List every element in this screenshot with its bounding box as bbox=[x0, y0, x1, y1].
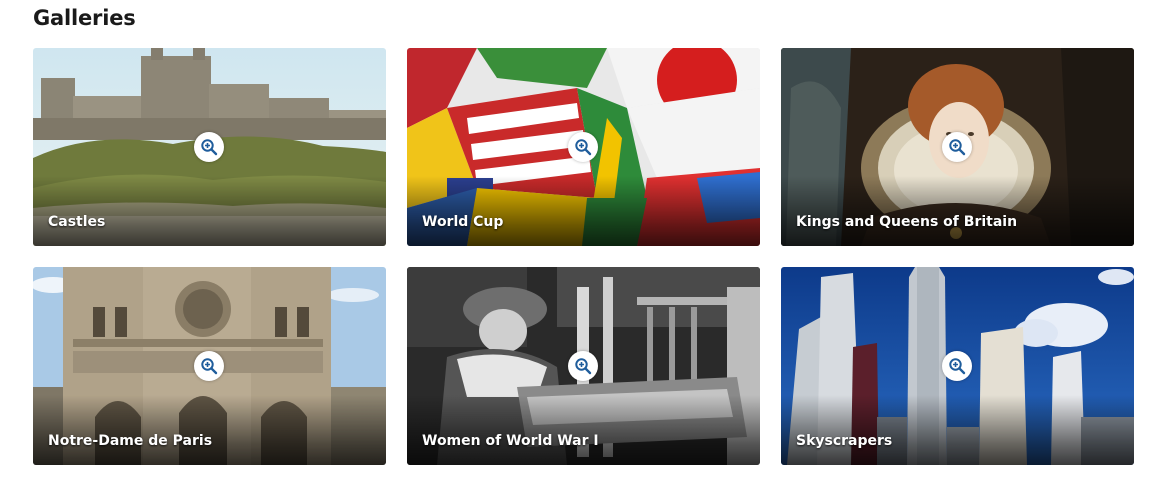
gallery-card-notre-dame[interactable]: Notre-Dame de Paris bbox=[33, 267, 386, 465]
zoom-button[interactable] bbox=[194, 132, 224, 162]
gallery-grid: Castles World Cup Kings and Queens of Br… bbox=[33, 48, 1134, 465]
zoom-button[interactable] bbox=[942, 351, 972, 381]
gallery-card-label: Women of World War I bbox=[422, 433, 599, 449]
gallery-card-label: Notre-Dame de Paris bbox=[48, 433, 213, 449]
galleries-heading: Galleries bbox=[33, 6, 136, 30]
gallery-card-label: Skyscrapers bbox=[796, 433, 893, 449]
magnifier-plus-icon bbox=[201, 358, 218, 375]
magnifier-plus-icon bbox=[201, 139, 218, 156]
zoom-button[interactable] bbox=[568, 351, 598, 381]
gallery-card-castles[interactable]: Castles bbox=[33, 48, 386, 246]
magnifier-plus-icon bbox=[575, 358, 592, 375]
magnifier-plus-icon bbox=[949, 358, 966, 375]
zoom-button[interactable] bbox=[194, 351, 224, 381]
gallery-card-label: Castles bbox=[48, 214, 106, 230]
magnifier-plus-icon bbox=[575, 139, 592, 156]
gallery-card-kings-and-queens[interactable]: Kings and Queens of Britain bbox=[781, 48, 1134, 246]
zoom-button[interactable] bbox=[568, 132, 598, 162]
gallery-card-world-cup[interactable]: World Cup bbox=[407, 48, 760, 246]
magnifier-plus-icon bbox=[949, 139, 966, 156]
gallery-card-women-of-wwi[interactable]: Women of World War I bbox=[407, 267, 760, 465]
gallery-card-label: World Cup bbox=[422, 214, 504, 230]
gallery-card-skyscrapers[interactable]: Skyscrapers bbox=[781, 267, 1134, 465]
gallery-card-label: Kings and Queens of Britain bbox=[796, 214, 1018, 230]
zoom-button[interactable] bbox=[942, 132, 972, 162]
